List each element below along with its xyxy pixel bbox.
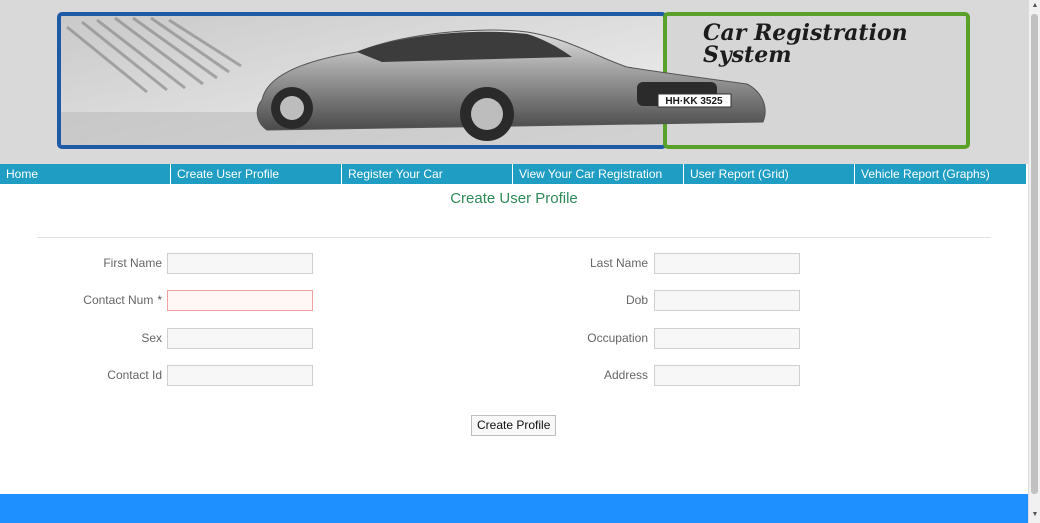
vertical-scrollbar[interactable]: ▲ ▼ — [1028, 0, 1040, 523]
nav-item-view-car-registration[interactable]: View Your Car Registration — [513, 164, 684, 184]
create-profile-button[interactable]: Create Profile — [471, 415, 557, 436]
occupation-label: Occupation — [488, 328, 648, 348]
scroll-up-arrow-icon[interactable]: ▲ — [1030, 0, 1040, 12]
license-plate-text: HH·KK 3525 — [665, 96, 723, 107]
first-name-input[interactable] — [167, 253, 313, 274]
dob-input[interactable] — [654, 290, 800, 311]
required-marker: * — [157, 293, 162, 307]
nav-item-user-report[interactable]: User Report (Grid) — [684, 164, 855, 184]
page-title: Create User Profile — [450, 190, 578, 207]
sex-input[interactable] — [167, 328, 313, 349]
dob-label-text: Dob — [625, 293, 648, 307]
first-name-label: First Name — [2, 253, 162, 273]
contact-id-label-text: Contact Id — [107, 368, 162, 382]
nav-item-create-user-profile[interactable]: Create User Profile — [171, 164, 342, 184]
address-input[interactable] — [654, 365, 800, 386]
main-nav: Home Create User Profile Register Your C… — [0, 164, 1026, 184]
nav-item-vehicle-report[interactable]: Vehicle Report (Graphs) — [855, 164, 1026, 184]
last-name-input[interactable] — [654, 253, 800, 274]
occupation-label-text: Occupation — [587, 331, 648, 345]
banner-image: HH·KK 3525 Car Registration System — [57, 12, 970, 149]
sex-label-text: Sex — [141, 331, 162, 345]
contact-num-label-text: Contact Num — [83, 293, 154, 307]
first-name-label-text: First Name — [103, 256, 162, 270]
last-name-label: Last Name — [488, 253, 648, 273]
scroll-thumb[interactable] — [1031, 14, 1038, 494]
last-name-label-text: Last Name — [589, 256, 648, 270]
sex-label: Sex — [2, 328, 162, 348]
header: HH·KK 3525 Car Registration System — [0, 0, 1028, 164]
dob-label: Dob — [488, 290, 648, 310]
contact-id-input[interactable] — [167, 365, 313, 386]
address-label: Address — [488, 365, 648, 385]
contact-num-input[interactable] — [167, 290, 313, 311]
contact-id-label: Contact Id — [2, 365, 162, 385]
scroll-down-arrow-icon[interactable]: ▼ — [1030, 509, 1040, 521]
occupation-input[interactable] — [654, 328, 800, 349]
nav-item-home[interactable]: Home — [0, 164, 171, 184]
contact-num-label: Contact Num * — [2, 290, 162, 310]
footer-bar — [0, 494, 1028, 523]
divider — [37, 237, 991, 238]
address-label-text: Address — [603, 368, 648, 382]
page: HH·KK 3525 Car Registration System Home … — [0, 0, 1028, 523]
banner-title-line2: System — [703, 42, 792, 68]
nav-item-register-your-car[interactable]: Register Your Car — [342, 164, 513, 184]
